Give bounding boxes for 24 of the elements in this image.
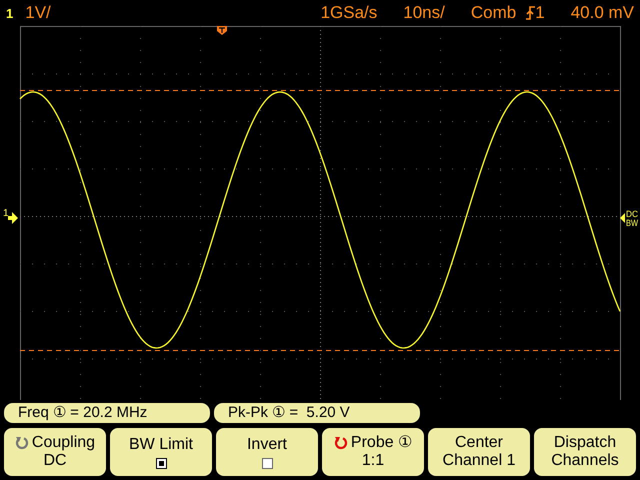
checkbox[interactable] — [262, 458, 272, 468]
softkey-button[interactable]: BW Limit — [110, 428, 212, 476]
softkey-button[interactable]: Probe ① 1:1 — [322, 428, 424, 476]
channel-number: 1 — [6, 6, 14, 20]
measurement-readout: Pk-Pk ① = 5.20 V — [214, 403, 420, 423]
softkey-button[interactable]: Dispatch Channels — [534, 428, 636, 476]
arrow-left-icon — [620, 213, 625, 223]
sample-rate: 1GSa/s — [320, 3, 378, 23]
softkey-button[interactable]: Invert — [216, 428, 318, 476]
trigger-mode: Comb — [470, 3, 516, 23]
checkbox[interactable] — [156, 458, 166, 468]
rising-edge-icon — [526, 6, 536, 20]
softkey-button[interactable]: Coupling DC — [4, 428, 106, 476]
trigger-position-icon — [217, 26, 227, 35]
ground-marker-label: 1 — [3, 208, 9, 219]
arrow-right-icon — [8, 212, 18, 224]
measurement-readout: Freq ① = 20.2 MHz — [4, 403, 210, 423]
channel-info-label: DC — [626, 209, 639, 219]
trigger-source: 1 — [535, 3, 545, 23]
volts-per-div: 1V/ — [25, 3, 51, 23]
trigger-level: 40.0 mV — [570, 3, 634, 23]
softkey-button[interactable]: Center Channel 1 — [428, 428, 530, 476]
channel-info-label: BW — [626, 218, 640, 228]
time-per-div: 10ns/ — [403, 3, 445, 23]
